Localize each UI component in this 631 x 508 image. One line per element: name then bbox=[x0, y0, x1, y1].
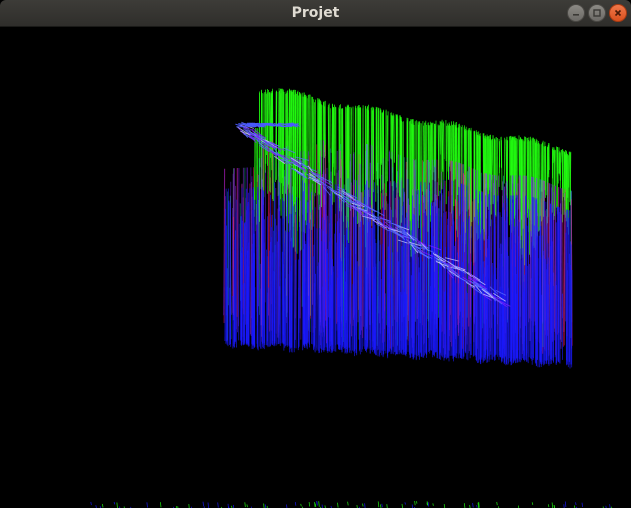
window-controls bbox=[567, 4, 627, 22]
app-window: Projet bbox=[0, 0, 631, 508]
close-icon bbox=[614, 9, 622, 17]
close-button[interactable] bbox=[609, 4, 627, 22]
minimize-button[interactable] bbox=[567, 4, 585, 22]
maximize-icon bbox=[593, 9, 601, 17]
point-cloud-render bbox=[90, 88, 613, 508]
minimize-icon bbox=[573, 14, 579, 16]
window-title: Projet bbox=[291, 5, 340, 21]
bottom-edge-points bbox=[90, 500, 613, 508]
title-bar[interactable]: Projet bbox=[0, 0, 631, 27]
render-viewport[interactable] bbox=[0, 27, 631, 508]
maximize-button[interactable] bbox=[588, 4, 606, 22]
